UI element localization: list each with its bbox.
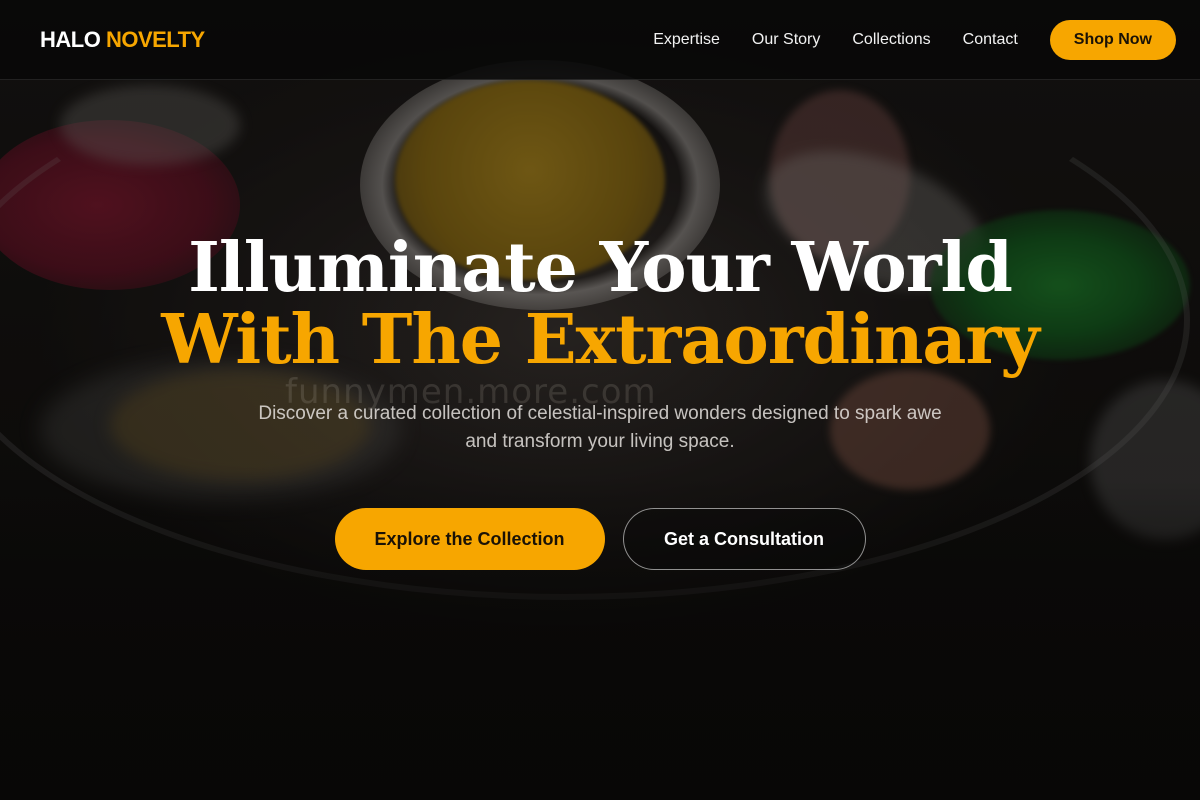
hero-subtitle: Discover a curated collection of celesti…	[258, 403, 942, 452]
brand-logo[interactable]: HALO NOVELTY	[40, 27, 205, 53]
nav-link-collections[interactable]: Collections	[852, 31, 930, 49]
nav-link-expertise[interactable]: Expertise	[653, 31, 720, 49]
brand-word-novelty: NOVELTY	[105, 26, 205, 52]
explore-collection-button[interactable]: Explore the Collection	[334, 508, 605, 570]
brand-word-halo: HALO	[40, 26, 101, 52]
hero-title-line-2: With The Extraordinary	[161, 300, 1040, 380]
hero-title: Illuminate Your World With The Extraordi…	[0, 232, 1200, 376]
nav-link-contact[interactable]: Contact	[963, 31, 1018, 49]
top-navbar: HALO NOVELTY Expertise Our Story Collect…	[0, 0, 1200, 80]
get-consultation-button[interactable]: Get a Consultation	[622, 508, 866, 570]
hero-section: Illuminate Your World With The Extraordi…	[0, 232, 1200, 570]
shop-now-button[interactable]: Shop Now	[1049, 19, 1176, 60]
main-nav: Expertise Our Story Collections Contact …	[653, 19, 1176, 60]
nav-link-our-story[interactable]: Our Story	[752, 31, 820, 49]
hero-title-line-1: Illuminate Your World	[188, 228, 1013, 308]
hero-cta-row: Explore the Collection Get a Consultatio…	[0, 508, 1200, 570]
